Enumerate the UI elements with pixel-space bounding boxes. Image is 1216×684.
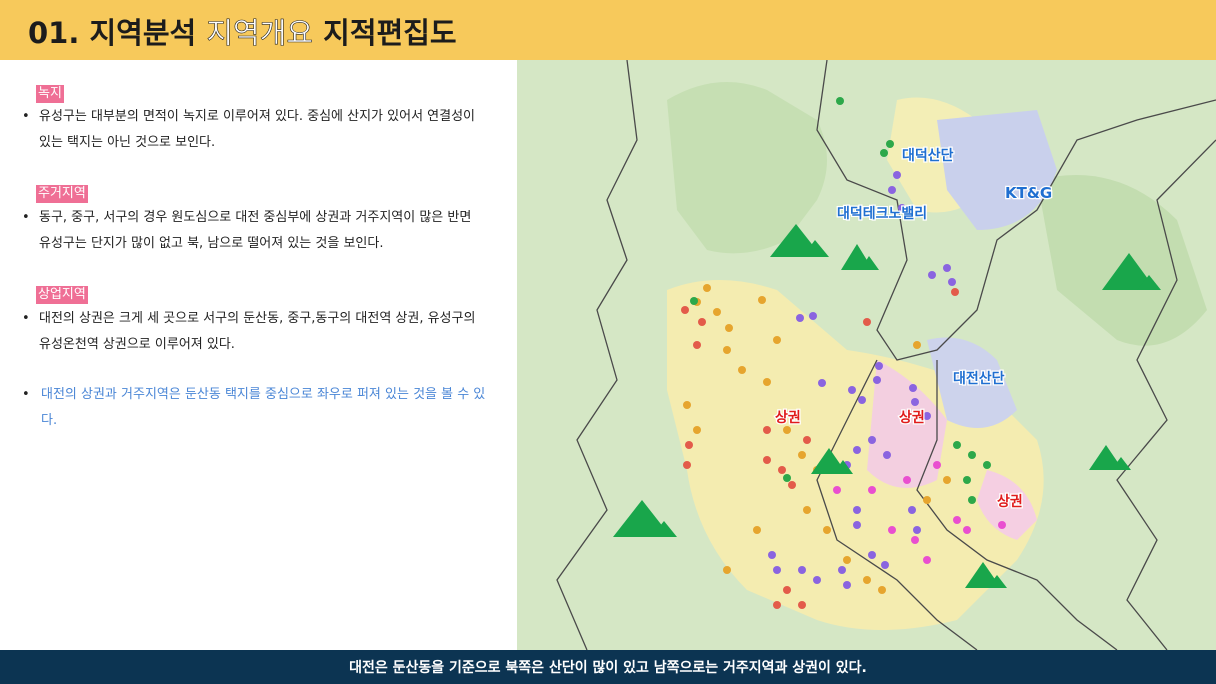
zoning-map: 대덕산단 KT&G 대덕테크노밸리 대전산단 상권 상권 상권 <box>517 60 1216 650</box>
header-bar: 01. 지역분석 지역개요 지적편집도 <box>0 0 1216 60</box>
tag-residential: 주거지역 <box>36 185 88 203</box>
footer-bar: 대전은 둔산동을 기준으로 북쪽은 산단이 많이 있고 남쪽으로는 거주지역과 … <box>0 650 1216 684</box>
title-light: 지역개요 <box>206 16 314 51</box>
label-commercial-daejeon-station: 상권 <box>899 410 925 426</box>
bullet-text: 유성구는 대부분의 면적이 녹지로 이루어져 있다. 중심에 산지가 있어서 연… <box>39 109 476 150</box>
tag-green-zone: 녹지 <box>36 85 64 103</box>
label-daejeon-sandan: 대전산단 <box>953 370 1005 387</box>
bullet-text: 동구, 중구, 서구의 경우 원도심으로 대전 중심부에 상권과 거주지역이 많… <box>39 210 472 251</box>
map-svg: 대덕산단 KT&G 대덕테크노밸리 대전산단 상권 상권 상권 <box>517 60 1216 650</box>
bullet-commercial: • 대전의 상권은 크게 세 곳으로 서구의 둔산동, 중구,동구의 대전역 상… <box>22 306 487 358</box>
label-commercial-dunsan: 상권 <box>775 410 801 426</box>
bullet-highlight: • 대전의 상권과 거주지역은 둔산동 택지를 중심으로 좌우로 퍼져 있는 것… <box>22 382 487 434</box>
bullet-text: 대전의 상권과 거주지역은 둔산동 택지를 중심으로 좌우로 퍼져 있는 것을 … <box>41 387 486 428</box>
text-panel: 녹지 • 유성구는 대부분의 면적이 녹지로 이루어져 있다. 중심에 산지가 … <box>0 60 517 650</box>
bullet-text: 대전의 상권은 크게 세 곳으로 서구의 둔산동, 중구,동구의 대전역 상권,… <box>39 311 476 352</box>
bullet-dot: • <box>22 210 30 225</box>
label-commercial-east: 상권 <box>997 494 1023 510</box>
label-daedeok-technovalley: 대덕테크노밸리 <box>837 205 927 222</box>
label-ktng: KT&G <box>1005 184 1052 202</box>
bullet-dot: • <box>22 109 30 124</box>
bullet-dot: • <box>22 387 30 402</box>
bullet-green-zone: • 유성구는 대부분의 면적이 녹지로 이루어져 있다. 중심에 산지가 있어서… <box>22 104 487 156</box>
bullet-residential: • 동구, 중구, 서구의 경우 원도심으로 대전 중심부에 상권과 거주지역이… <box>22 205 487 257</box>
label-daedeok-sandan: 대덕산단 <box>902 147 954 164</box>
title-prefix: 01. 지역분석 <box>28 16 197 50</box>
page-title: 01. 지역분석 지역개요 지적편집도 <box>28 10 457 52</box>
footer-caption: 대전은 둔산동을 기준으로 북쪽은 산단이 많이 있고 남쪽으로는 거주지역과 … <box>349 660 867 676</box>
tag-commercial: 상업지역 <box>36 286 88 304</box>
bullet-dot: • <box>22 311 30 326</box>
title-suffix: 지적편집도 <box>323 16 457 50</box>
